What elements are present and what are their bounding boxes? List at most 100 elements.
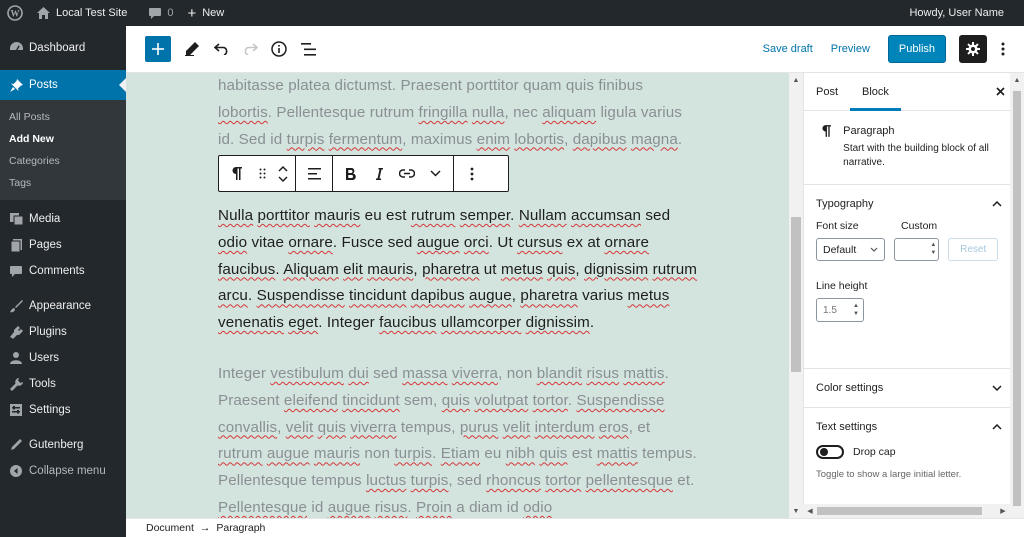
block-options-icon[interactable] — [458, 160, 486, 188]
wordpress-logo-icon[interactable]: W — [0, 0, 30, 26]
tools-pencil-button[interactable] — [178, 35, 206, 63]
breadcrumb-document[interactable]: Document — [146, 522, 194, 534]
align-left-icon[interactable] — [300, 160, 328, 188]
account-link[interactable]: Howdy, User Name — [902, 0, 1024, 26]
close-icon[interactable] — [996, 84, 1005, 99]
drop-cap-help: Toggle to show a large initial letter. — [816, 469, 962, 480]
menu-plugins[interactable]: Plugins — [0, 319, 126, 345]
comments-link[interactable]: 0 — [142, 0, 180, 26]
paragraph-icon[interactable] — [223, 160, 251, 188]
misspelled-word: quis — [317, 418, 346, 436]
redo-button[interactable] — [236, 35, 264, 63]
misspelled-word: augue — [327, 498, 371, 516]
panel-title: Text settings — [816, 421, 878, 433]
chevron-down-icon — [992, 383, 1002, 394]
move-up-icon[interactable] — [278, 165, 288, 172]
menu-appearance[interactable]: Appearance — [0, 293, 126, 319]
menu-collapse[interactable]: Collapse menu — [0, 458, 126, 484]
scroll-thumb[interactable] — [1013, 91, 1021, 506]
sidebar-horizontal-scrollbar[interactable]: ◀ ▶ — [803, 504, 1010, 518]
move-down-icon[interactable] — [278, 175, 288, 183]
submenu-tags[interactable]: Tags — [0, 172, 126, 194]
misspelled-word: luctus — [366, 472, 407, 490]
text-run: . Fusce sed — [332, 233, 417, 251]
menu-comments[interactable]: Comments — [0, 258, 126, 284]
paragraph-block[interactable]: habitasse platea dictumst. Praesent port… — [218, 73, 698, 153]
publish-button[interactable]: Publish — [887, 35, 946, 63]
tab-post[interactable]: Post — [804, 73, 850, 111]
text-settings-toggle[interactable]: Text settings — [816, 408, 1002, 446]
misspelled-word: turpis — [410, 472, 449, 490]
misspelled-word: quis — [441, 391, 470, 409]
settings-sidebar: Post Block Paragraph Start with the buil… — [803, 73, 1010, 518]
submenu-all-posts[interactable]: All Posts — [0, 106, 126, 128]
spinner-icon[interactable]: ▲ ▼ — [853, 302, 859, 318]
misspelled-word: faucibus — [379, 314, 437, 332]
bold-icon[interactable] — [337, 160, 365, 188]
menu-label: Appearance — [29, 300, 92, 312]
spinner-icon[interactable]: ▲ ▼ — [930, 241, 936, 257]
misspelled-word: fermentum — [328, 130, 403, 148]
submenu-categories[interactable]: Categories — [0, 150, 126, 172]
misspelled-word: Pellentesque — [218, 498, 308, 516]
site-name-link[interactable]: Local Test Site — [30, 0, 134, 26]
menu-label: Collapse menu — [29, 465, 106, 477]
paragraph-block-selected[interactable]: Nulla porttitor mauris eu est rutrum sem… — [218, 203, 698, 337]
preview-button[interactable]: Preview — [831, 43, 870, 55]
menu-tools[interactable]: Tools — [0, 371, 126, 397]
formatting-group — [333, 156, 454, 191]
italic-icon[interactable] — [365, 160, 393, 188]
text-run: tempus, — [396, 418, 460, 436]
scroll-down-icon[interactable]: ▼ — [789, 504, 803, 518]
drop-cap-toggle[interactable] — [816, 445, 844, 459]
scroll-up-icon[interactable]: ▲ — [1010, 73, 1024, 87]
misspelled-word: cursus — [517, 233, 563, 251]
menu-gutenberg[interactable]: Gutenberg — [0, 432, 126, 458]
paragraph-block[interactable]: Integer vestibulum dui sed massa viverra… — [218, 361, 698, 518]
typography-toggle[interactable]: Typography — [816, 185, 1002, 223]
menu-media[interactable]: Media — [0, 206, 126, 232]
text-run: . — [589, 314, 595, 332]
menu-users[interactable]: Users — [0, 345, 126, 371]
scroll-up-icon[interactable]: ▲ — [789, 73, 803, 87]
gear-icon[interactable] — [959, 35, 987, 63]
gutenberg-icon — [8, 439, 24, 451]
canvas-scrollbar[interactable]: ▲ ▼ — [789, 73, 803, 518]
custom-font-size-input[interactable]: ▲ ▼ — [894, 238, 940, 261]
block-switcher-group — [219, 156, 296, 191]
menu-dashboard[interactable]: Dashboard — [0, 35, 126, 61]
text-run: eu — [480, 445, 506, 463]
undo-button[interactable] — [207, 35, 235, 63]
scroll-right-icon[interactable]: ▶ — [996, 504, 1010, 518]
tab-block[interactable]: Block — [850, 73, 901, 111]
new-content-link[interactable]: + New — [180, 0, 231, 26]
misspelled-word: tortor — [545, 472, 582, 490]
info-icon[interactable] — [265, 35, 293, 63]
breadcrumb-paragraph[interactable]: Paragraph — [216, 522, 265, 534]
scroll-thumb[interactable] — [791, 217, 801, 372]
sidebar-scrollbar[interactable]: ▲ — [1010, 73, 1024, 518]
save-draft-button[interactable]: Save draft — [763, 43, 813, 55]
breadcrumb-separator: → — [199, 522, 211, 534]
font-size-select[interactable]: Default — [816, 238, 886, 261]
link-icon[interactable] — [393, 160, 421, 188]
color-settings-toggle[interactable]: Color settings — [816, 369, 1002, 407]
menu-posts[interactable]: Posts — [0, 70, 126, 100]
header-actions: Save draft Preview Publish — [763, 35, 1024, 63]
submenu-add-new[interactable]: Add New — [0, 128, 126, 150]
chevron-down-icon[interactable] — [421, 160, 449, 188]
add-block-button[interactable] — [145, 36, 171, 62]
menu-settings[interactable]: Settings — [0, 397, 126, 423]
scroll-left-icon[interactable]: ◀ — [803, 504, 817, 518]
more-options-icon[interactable] — [993, 35, 1013, 63]
scroll-thumb[interactable] — [817, 507, 982, 515]
typography-panel: Typography Font size Custom Default ▲ ▼ R… — [804, 185, 1010, 369]
line-height-input[interactable]: 1.5 ▲ ▼ — [816, 298, 864, 322]
misspelled-word: elit — [343, 260, 363, 278]
menu-pages[interactable]: Pages — [0, 232, 126, 258]
line-height-value: 1.5 — [823, 304, 837, 316]
drag-handle-icon[interactable] — [251, 160, 273, 188]
editor-canvas[interactable]: habitasse platea dictumst. Praesent port… — [126, 73, 789, 518]
reset-button[interactable]: Reset — [948, 238, 998, 261]
block-navigation-icon[interactable] — [294, 35, 322, 63]
